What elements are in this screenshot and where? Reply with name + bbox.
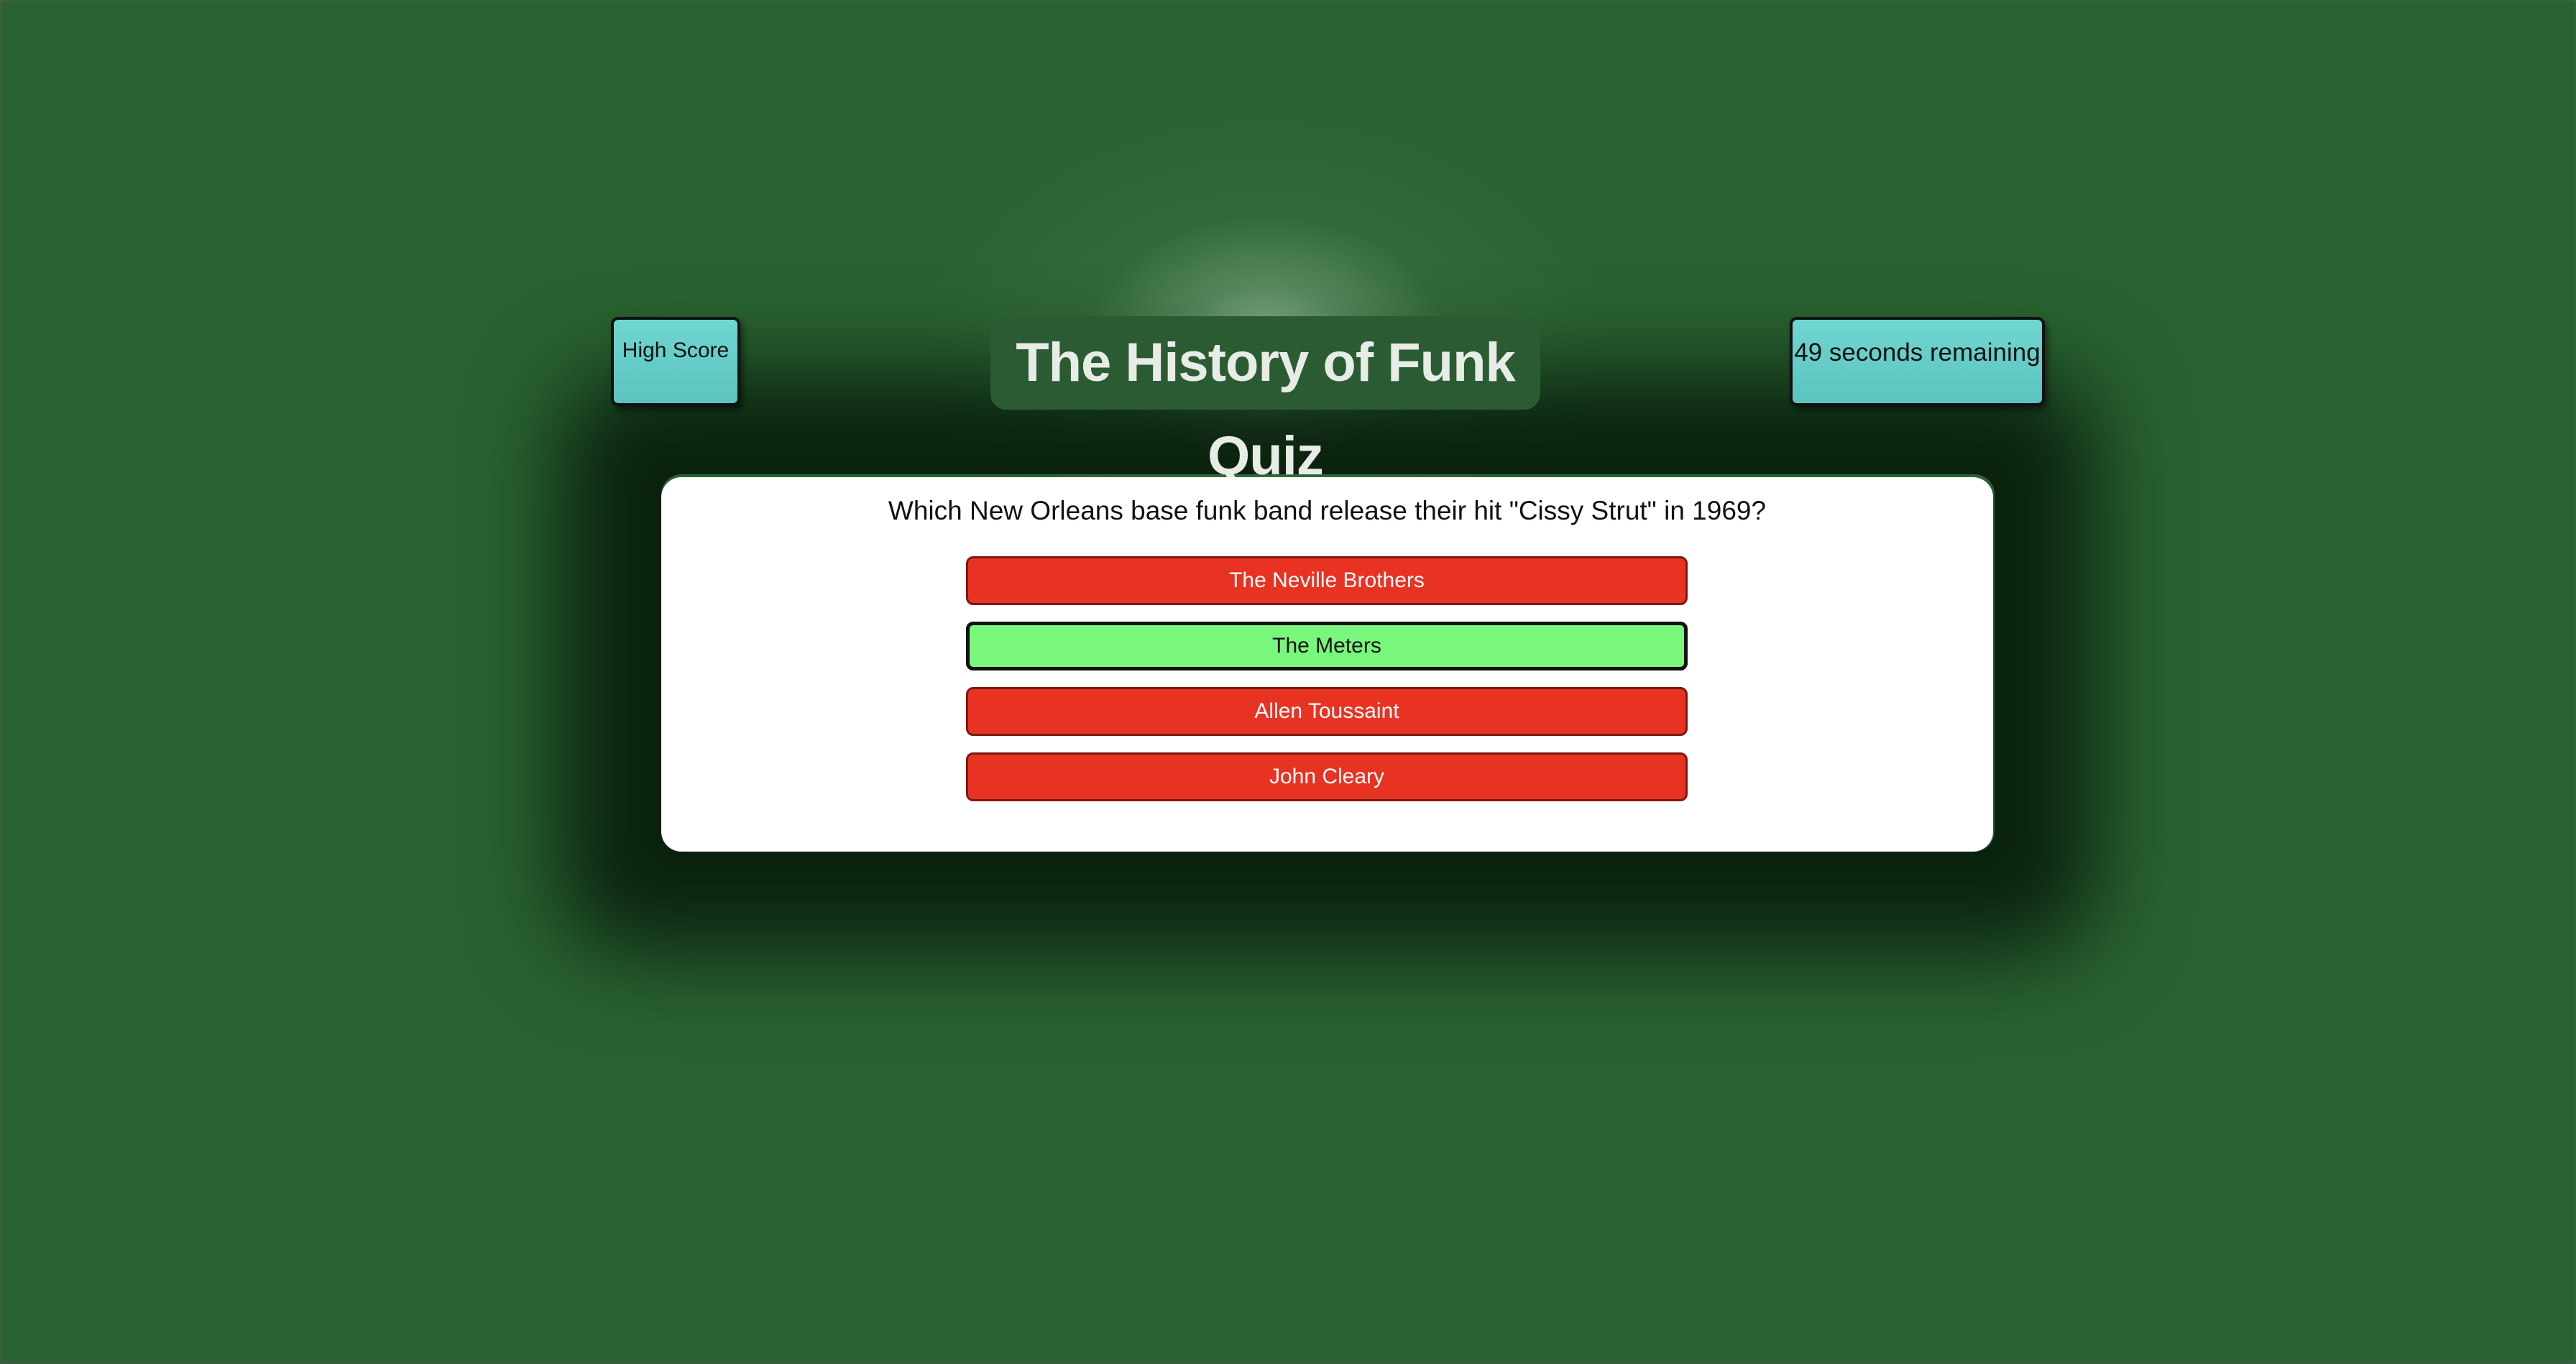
answer-button-neville-brothers[interactable]: The Neville Brothers — [966, 556, 1688, 605]
answer-button-allen-toussaint[interactable]: Allen Toussaint — [966, 687, 1688, 736]
high-score-label: High Score — [622, 338, 730, 362]
answer-button-john-cleary[interactable]: John Cleary — [966, 752, 1688, 801]
quiz-card: Which New Orleans base funk band release… — [661, 477, 1993, 852]
answer-button-meters[interactable]: The Meters — [966, 622, 1688, 671]
high-score-button[interactable]: High Score — [611, 317, 740, 406]
timer-display: 49 seconds remaining — [1790, 317, 2045, 406]
page-title: The History of Funk Quiz — [990, 316, 1540, 487]
question-text: Which New Orleans base funk band release… — [888, 496, 1767, 525]
timer-text: 49 seconds remaining — [1794, 338, 2041, 367]
